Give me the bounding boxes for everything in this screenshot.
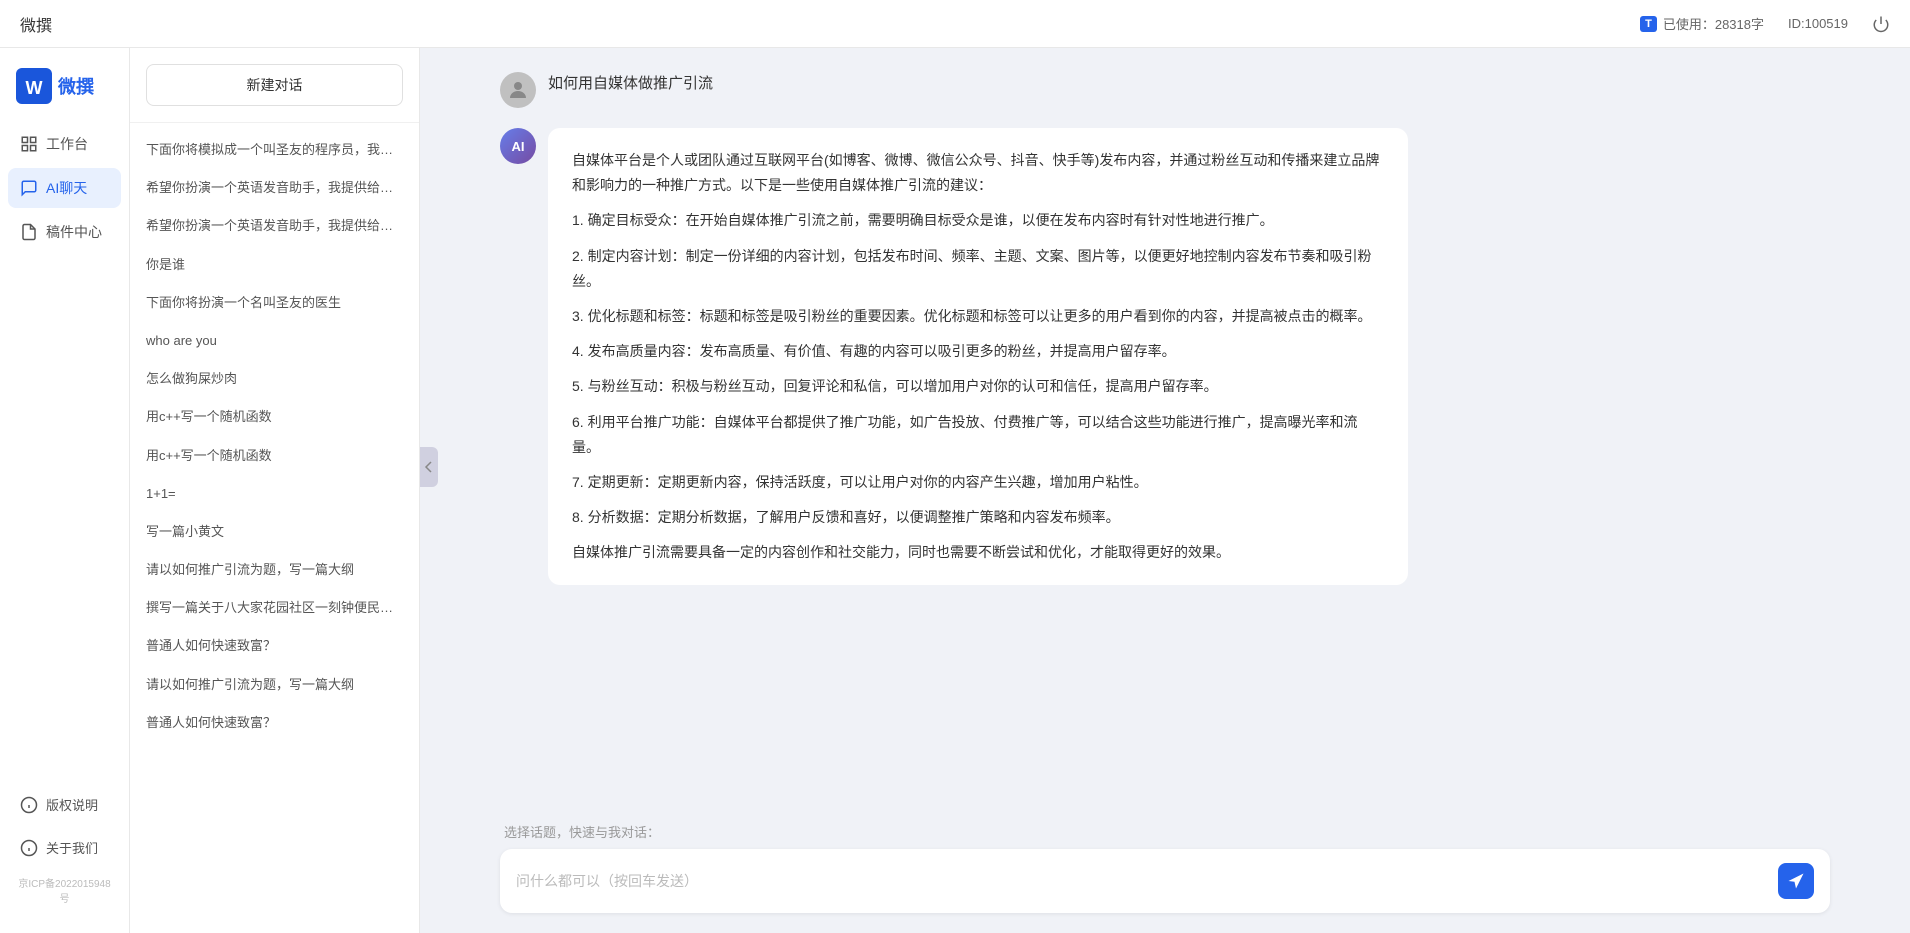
ai-avatar: AI [500, 128, 536, 164]
user-message: 如何用自媒体做推广引流 [500, 72, 1830, 108]
quick-topics-label: 选择话题，快速与我对话： [500, 822, 1830, 841]
history-item-h13[interactable]: 撰写一篇关于八大家花园社区一刻钟便民生... [130, 589, 419, 627]
nav-bottom: 版权说明 关于我们 [0, 785, 129, 867]
info-icon [20, 796, 38, 814]
topbar: 微撰 T 已使用：28318字 ID:100519 [0, 0, 1910, 48]
ai-para-9: 自媒体推广引流需要具备一定的内容创作和社交能力，同时也需要不断尝试和优化，才能取… [572, 540, 1384, 565]
logo-text: 微撰 [58, 73, 94, 99]
sidebar-item-copyright[interactable]: 版权说明 [8, 785, 121, 824]
history-item-h12[interactable]: 请以如何推广引流为题，写一篇大纲 [130, 551, 419, 589]
ai-message: AI 自媒体平台是个人或团队通过互联网平台(如博客、微博、微信公众号、抖音、快手… [500, 128, 1830, 585]
logo-w-icon: W [16, 68, 52, 104]
input-box [500, 849, 1830, 913]
ai-para-6: 6. 利用平台推广功能：自媒体平台都提供了推广功能，如广告投放、付费推广等，可以… [572, 410, 1384, 460]
ai-para-0: 自媒体平台是个人或团队通过互联网平台(如博客、微博、微信公众号、抖音、快手等)发… [572, 148, 1384, 198]
nav-items: 工作台 AI聊天 稿件中心 [0, 124, 129, 785]
usage-label: 已使用：28318字 [1663, 14, 1764, 33]
new-chat-button[interactable]: 新建对话 [146, 64, 403, 106]
history-item-h6[interactable]: who are you [130, 322, 419, 360]
ai-para-8: 8. 分析数据：定期分析数据，了解用户反馈和喜好，以便调整推广策略和内容发布频率… [572, 505, 1384, 530]
sidebar-item-ai-chat[interactable]: AI聊天 [8, 168, 121, 208]
history-item-h14[interactable]: 普通人如何快速致富？ [130, 627, 419, 665]
history-item-h11[interactable]: 写一篇小黄文 [130, 513, 419, 551]
history-item-h16[interactable]: 普通人如何快速致富？ [130, 704, 419, 742]
sidebar-item-drafts[interactable]: 稿件中心 [8, 212, 121, 252]
sidebar-item-workspace-label: 工作台 [46, 134, 88, 154]
user-avatar [500, 72, 536, 108]
history-list: 下面你将模拟成一个叫圣友的程序员，我说... 希望你扮演一个英语发音助手，我提供… [130, 123, 419, 933]
history-item-h4[interactable]: 你是谁 [130, 246, 419, 284]
sidebar-item-drafts-label: 稿件中心 [46, 222, 102, 242]
svg-text:W: W [26, 78, 43, 98]
ai-para-7: 7. 定期更新：定期更新内容，保持活跃度，可以让用户对你的内容产生兴趣，增加用户… [572, 470, 1384, 495]
ai-para-1: 1. 确定目标受众：在开始自媒体推广引流之前，需要明确目标受众是谁，以便在发布内… [572, 208, 1384, 233]
grid-icon [20, 135, 38, 153]
history-header: 新建对话 [130, 48, 419, 123]
history-item-h10[interactable]: 1+1= [130, 475, 419, 513]
ai-para-5: 5. 与粉丝互动：积极与粉丝互动，回复评论和私信，可以增加用户对你的认可和信任，… [572, 374, 1384, 399]
ai-message-content: 自媒体平台是个人或团队通过互联网平台(如博客、微博、微信公众号、抖音、快手等)发… [548, 128, 1408, 585]
usage-info: T 已使用：28318字 [1640, 14, 1764, 33]
history-item-h1[interactable]: 下面你将模拟成一个叫圣友的程序员，我说... [130, 131, 419, 169]
history-item-h15[interactable]: 请以如何推广引流为题，写一篇大纲 [130, 666, 419, 704]
history-item-h3[interactable]: 希望你扮演一个英语发音助手，我提供给你... [130, 207, 419, 245]
ai-para-4: 4. 发布高质量内容：发布高质量、有价值、有趣的内容可以吸引更多的粉丝，并提高用… [572, 339, 1384, 364]
send-icon [1787, 872, 1805, 890]
chat-icon [20, 179, 38, 197]
chat-input[interactable] [516, 873, 1768, 889]
history-item-h7[interactable]: 怎么做狗屎炒肉 [130, 360, 419, 398]
top-right-info: T 已使用：28318字 ID:100519 [1640, 14, 1890, 33]
id-label: ID:100519 [1788, 16, 1848, 31]
logo-area: W 微撰 [0, 68, 129, 124]
left-nav: W 微撰 工作台 AI聊天 [0, 48, 130, 933]
chat-main: 如何用自媒体做推广引流 AI 自媒体平台是个人或团队通过互联网平台(如博客、微博… [420, 48, 1910, 933]
sidebar-item-ai-chat-label: AI聊天 [46, 178, 87, 198]
history-item-h9[interactable]: 用c++写一个随机函数 [130, 437, 419, 475]
history-item-h8[interactable]: 用c++写一个随机函数 [130, 398, 419, 436]
sidebar-item-about[interactable]: 关于我们 [8, 828, 121, 867]
toggle-sidebar-button[interactable] [420, 447, 438, 487]
send-button[interactable] [1778, 863, 1814, 899]
icp-text: 京ICP备2022015948号 [0, 867, 129, 913]
circle-info-icon [20, 839, 38, 857]
app-title: 微撰 [20, 12, 1640, 36]
sidebar-item-copyright-label: 版权说明 [46, 795, 98, 814]
sidebar-item-about-label: 关于我们 [46, 838, 98, 857]
sidebar-item-workspace[interactable]: 工作台 [8, 124, 121, 164]
input-area: 选择话题，快速与我对话： [420, 806, 1910, 933]
ai-para-2: 2. 制定内容计划：制定一份详细的内容计划，包括发布时间、频率、主题、文案、图片… [572, 244, 1384, 294]
doc-icon [20, 223, 38, 241]
chat-messages: 如何用自媒体做推广引流 AI 自媒体平台是个人或团队通过互联网平台(如博客、微博… [420, 48, 1910, 806]
history-item-h5[interactable]: 下面你将扮演一个名叫圣友的医生 [130, 284, 419, 322]
history-sidebar: 新建对话 下面你将模拟成一个叫圣友的程序员，我说... 希望你扮演一个英语发音助… [130, 48, 420, 933]
history-item-h2[interactable]: 希望你扮演一个英语发音助手，我提供给你... [130, 169, 419, 207]
power-icon[interactable] [1872, 15, 1890, 33]
ai-para-3: 3. 优化标题和标签：标题和标签是吸引粉丝的重要因素。优化标题和标签可以让更多的… [572, 304, 1384, 329]
user-message-content: 如何用自媒体做推广引流 [548, 72, 713, 93]
usage-icon: T [1640, 16, 1657, 32]
